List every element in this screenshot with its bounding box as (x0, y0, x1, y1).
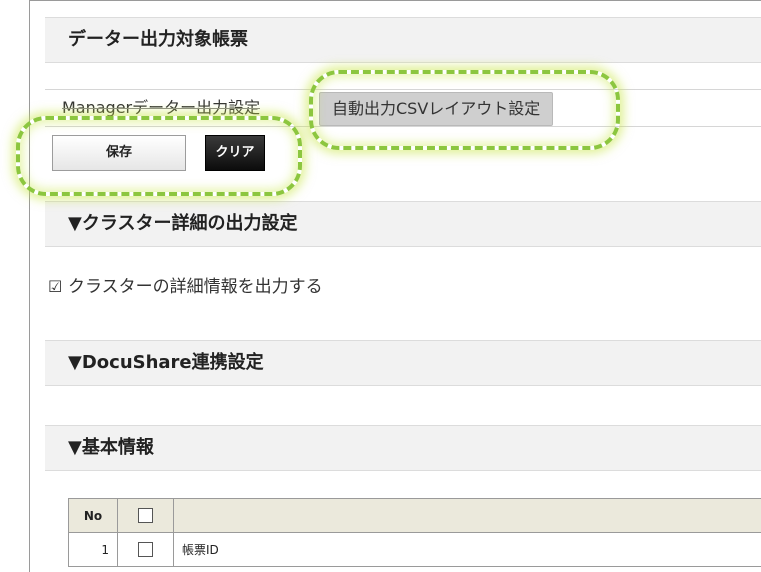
cluster-detail-option[interactable]: ☑ クラスターの詳細情報を出力する (48, 275, 323, 299)
section-title: ▼基本情報 (68, 426, 154, 470)
column-header-select-all (118, 499, 174, 533)
table-row: 1 帳票ID (69, 533, 761, 567)
section-header-output-target: データー出力対象帳票 (45, 17, 761, 63)
save-button[interactable]: 保存 (52, 135, 186, 171)
section-title: ▼DocuShare連携設定 (68, 341, 264, 385)
row-number: 1 (69, 533, 118, 567)
select-all-checkbox[interactable] (138, 508, 153, 523)
tab-manager-output[interactable]: Managerデーター出力設定 (62, 90, 260, 126)
column-header-no: No (69, 499, 118, 533)
settings-panel: データー出力対象帳票 Managerデーター出力設定 自動出力CSVレイアウト設… (29, 0, 761, 572)
column-header-name (174, 499, 761, 533)
tab-bar: Managerデーター出力設定 自動出力CSVレイアウト設定 (45, 89, 761, 127)
row-field-name: 帳票ID (174, 533, 761, 567)
section-title: データー出力対象帳票 (68, 18, 248, 62)
section-header-cluster-detail: ▼クラスター詳細の出力設定 (45, 201, 761, 247)
checkbox-label: クラスターの詳細情報を出力する (68, 277, 323, 297)
clear-button[interactable]: クリア (205, 135, 265, 171)
basic-info-table: No 1 帳票ID (68, 498, 761, 567)
section-header-docushare: ▼DocuShare連携設定 (45, 340, 761, 386)
tab-auto-csv-layout[interactable]: 自動出力CSVレイアウト設定 (319, 92, 553, 126)
row-select-cell (118, 533, 174, 567)
section-header-basic-info: ▼基本情報 (45, 425, 761, 471)
row-checkbox[interactable] (138, 542, 153, 557)
table-header-row: No (69, 499, 761, 533)
checkbox-checked-icon[interactable]: ☑ (48, 275, 62, 299)
section-title: ▼クラスター詳細の出力設定 (68, 202, 297, 246)
